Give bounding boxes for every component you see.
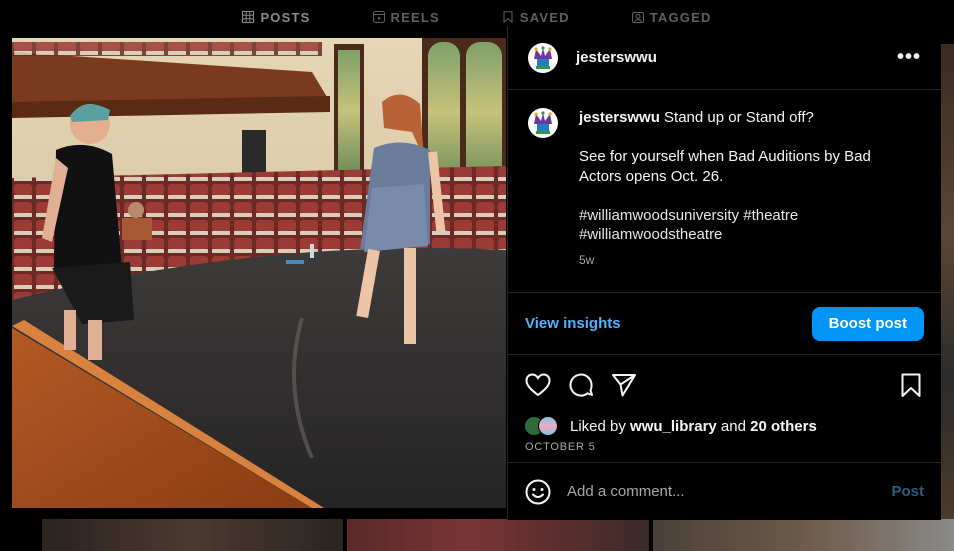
background-grid [42,519,954,551]
reels-icon [372,11,385,23]
likes-row: Liked by wwu_library and 20 others [508,415,941,437]
bookmark-icon [503,11,513,23]
post-comment-button[interactable]: Post [891,483,924,500]
jester-logo-icon [534,45,552,69]
caption-text: Stand up or Stand off? [664,109,814,126]
avatar[interactable] [528,108,558,138]
bookmark-icon[interactable] [897,371,925,399]
caption-body: jesterswwu Stand up or Stand off? See fo… [579,108,871,292]
post-detail-panel: jesterswwu ••• jesterswwu Stand up or St… [507,26,941,520]
more-options-icon[interactable]: ••• [897,46,921,69]
jester-logo-icon [534,111,552,134]
grid-thumbnail[interactable] [652,519,954,551]
tab-label: REELS [390,9,440,25]
post-date: OCTOBER 5 [508,437,941,463]
insights-row: View insights Boost post [508,293,941,355]
liker-username[interactable]: wwu_library [630,418,717,435]
likes-mid: and [720,417,746,435]
tab-label: POSTS [260,9,311,25]
caption-hashtags[interactable]: #williamwoodstheatre [579,225,871,245]
comment-icon[interactable] [567,371,595,399]
post-photo[interactable] [12,38,506,508]
tagged-icon [631,12,644,23]
emoji-icon[interactable] [525,479,551,505]
caption-first-line: jesterswwu Stand up or Stand off? [579,108,871,128]
share-icon[interactable] [610,371,638,399]
likes-summary[interactable]: Liked by wwu_library and 20 others [570,418,817,435]
caption-hashtags[interactable]: #williamwoodsuniversity #theatre [579,206,871,226]
post-header: jesterswwu ••• [508,26,941,90]
tab-saved[interactable]: SAVED [502,10,570,25]
likes-others[interactable]: 20 others [750,418,817,435]
grid-thumbnail[interactable] [347,519,649,551]
background-thumbnail-edge [941,44,954,519]
heart-icon[interactable] [524,371,552,399]
tab-reels[interactable]: REELS [372,9,440,25]
boost-post-button[interactable]: Boost post [811,306,924,341]
likes-prefix: Liked by [570,417,626,435]
caption-text: Actors opens Oct. 26. [579,167,724,185]
post-username[interactable]: jesterswwu [576,49,657,66]
liker-avatars[interactable] [524,415,562,437]
avatar[interactable] [528,42,558,73]
grid-thumbnail[interactable] [42,519,344,551]
tab-label: TAGGED [649,9,712,25]
comment-input[interactable] [567,483,892,500]
tab-tagged[interactable]: TAGGED [631,9,712,25]
view-insights-link[interactable]: View insights [525,315,621,332]
tab-posts[interactable]: POSTS [242,10,310,25]
grid-icon [242,11,255,23]
comment-bar: Post [508,463,941,520]
photo-illustration [12,38,506,508]
post-age: 5w [579,252,595,267]
avatar [538,416,558,436]
caption-text: See for yourself when Bad Auditions by B… [579,148,871,165]
post-caption: jesterswwu Stand up or Stand off? See fo… [508,90,941,293]
action-bar [508,355,941,415]
tab-label: SAVED [519,9,570,25]
caption-username[interactable]: jesterswwu [579,109,660,126]
